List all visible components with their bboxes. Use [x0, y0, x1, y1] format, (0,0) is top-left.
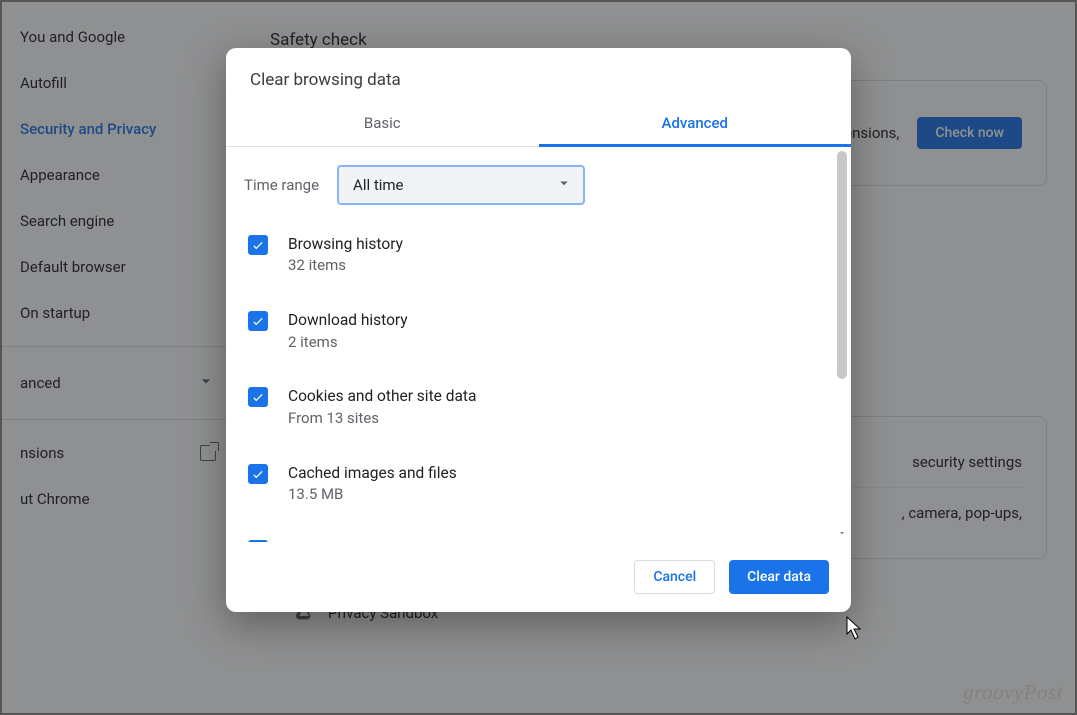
tab-advanced[interactable]: Advanced	[539, 102, 852, 146]
time-range-value: All time	[353, 176, 403, 194]
option-sub: 2 items	[288, 332, 408, 354]
option-browsing-history[interactable]: Browsing history 32 items	[244, 219, 827, 295]
option-cookies[interactable]: Cookies and other site data From 13 site…	[244, 371, 827, 447]
mouse-cursor-icon	[846, 616, 866, 642]
dialog-title: Clear browsing data	[226, 48, 851, 102]
option-sub: From 13 sites	[288, 408, 476, 430]
checkbox-checked-icon[interactable]	[248, 235, 268, 255]
checkbox-checked-icon[interactable]	[248, 311, 268, 331]
option-label: Browsing history	[288, 233, 403, 255]
option-label: Passwords and other sign-in data	[288, 538, 518, 542]
scrollbar-thumb[interactable]	[837, 151, 847, 379]
checkbox-checked-icon[interactable]	[248, 387, 268, 407]
time-range-select[interactable]: All time	[337, 165, 585, 205]
scrollbar[interactable]	[835, 149, 849, 540]
option-label: Cookies and other site data	[288, 385, 476, 407]
option-cached[interactable]: Cached images and files 13.5 MB	[244, 448, 827, 524]
clear-browsing-data-dialog: Clear browsing data Basic Advanced Time …	[226, 48, 851, 612]
dropdown-icon	[555, 174, 573, 196]
dialog-tabs: Basic Advanced	[226, 102, 851, 147]
cancel-button[interactable]: Cancel	[634, 560, 715, 594]
checkbox-checked-icon[interactable]	[248, 464, 268, 484]
option-sub: 13.5 MB	[288, 484, 457, 506]
checkbox-checked-icon[interactable]	[248, 540, 268, 542]
option-sub: 32 items	[288, 255, 403, 277]
tab-basic[interactable]: Basic	[226, 102, 539, 146]
watermark: groovyPost	[963, 680, 1063, 705]
option-label: Download history	[288, 309, 408, 331]
option-label: Cached images and files	[288, 462, 457, 484]
option-passwords[interactable]: Passwords and other sign-in data	[244, 524, 827, 542]
clear-data-button[interactable]: Clear data	[729, 560, 829, 594]
modal-overlay: Clear browsing data Basic Advanced Time …	[0, 0, 1077, 715]
scroll-down-icon[interactable]	[835, 526, 849, 540]
option-download-history[interactable]: Download history 2 items	[244, 295, 827, 371]
time-range-label: Time range	[244, 176, 319, 194]
